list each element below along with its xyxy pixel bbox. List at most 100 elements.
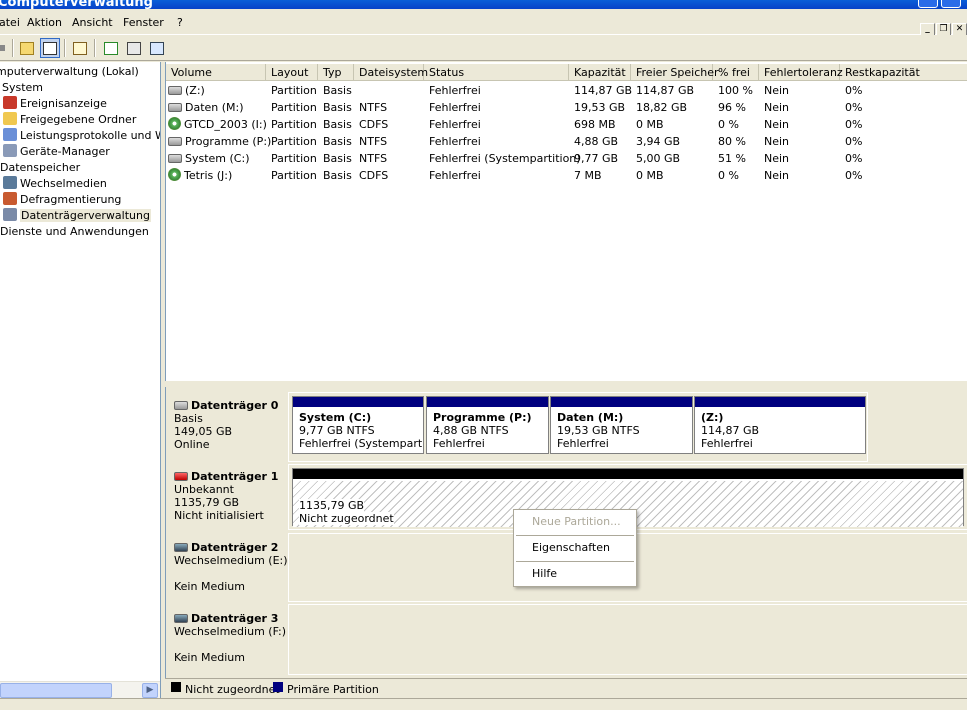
tree-item-services[interactable]: Dienste und Anwendungen: [0, 224, 149, 240]
legend-label: Primäre Partition: [287, 683, 379, 696]
window-title: Computerverwaltung: [0, 0, 153, 9]
tree-item-system[interactable]: System: [2, 80, 43, 96]
partition-status: Fehlerfrei: [557, 437, 609, 450]
cell-text: NTFS: [359, 152, 388, 165]
table-row[interactable]: Daten (M:) Partition Basis NTFS Fehlerfrei 19…: [166, 99, 967, 116]
cell-text: NTFS: [359, 101, 388, 114]
cell-text: Fehlerfrei: [429, 135, 481, 148]
maximize-button[interactable]: [941, 0, 961, 8]
disk-icon: [174, 401, 188, 410]
cell-text: 0%: [845, 152, 863, 165]
cell-text: Basis: [323, 101, 352, 114]
cell-text: CDFS: [359, 118, 389, 131]
partition-system-c[interactable]: System (C:) 9,77 GB NTFS Fehlerfrei (Syste…: [292, 396, 424, 454]
menu-item-help[interactable]: Hilfe: [532, 567, 557, 580]
console-tree: mputerverwaltung (Lokal) System Ereignis…: [0, 62, 161, 698]
disk-3-area[interactable]: [288, 604, 967, 675]
cell-text: 0%: [845, 84, 863, 97]
column-header-capacity[interactable]: Kapazität: [569, 64, 631, 81]
tree-item-storage[interactable]: Datenspeicher: [0, 160, 80, 176]
tree-item-event-viewer[interactable]: Ereignisanzeige: [3, 96, 107, 112]
table-row[interactable]: Tetris (J:) Partition Basis CDFS Fehlerfrei 7…: [166, 167, 967, 184]
partition-daten-m[interactable]: Daten (M:) 19,53 GB NTFS Fehlerfrei: [550, 396, 693, 454]
hard-disk-icon: [168, 154, 182, 163]
cell-text: 80 %: [718, 135, 746, 148]
tree-item-root[interactable]: mputerverwaltung (Lokal): [0, 64, 139, 80]
table-cell: 19,53 GB: [574, 100, 625, 115]
table-cell: Nein: [764, 100, 789, 115]
scroll-right-icon[interactable]: ▶: [142, 683, 158, 698]
table-row[interactable]: Programme (P:) Partition Basis NTFS Fehlerfr…: [166, 133, 967, 150]
export-list-button[interactable]: [124, 38, 144, 58]
cell-text: 5,00 GB: [636, 152, 681, 165]
table-row[interactable]: GTCD_2003 (I:) Partition Basis CDFS Fehlerfr…: [166, 116, 967, 133]
shared-folder-icon: [3, 112, 17, 125]
tree-item-shared-folders[interactable]: Freigegebene Ordner: [3, 112, 136, 128]
disk-state: Online: [174, 438, 210, 451]
tree-horizontal-scrollbar[interactable]: ▶: [0, 681, 160, 698]
menu-aktion[interactable]: Aktion: [27, 16, 62, 29]
refresh-icon: [104, 41, 118, 55]
up-level-button[interactable]: [17, 38, 37, 58]
partition-z[interactable]: (Z:) 114,87 GB Fehlerfrei: [694, 396, 866, 454]
table-cell: 9,77 GB: [574, 151, 618, 166]
menu-item-new-partition[interactable]: Neue Partition...: [532, 515, 621, 528]
legend-primary: Primäre Partition: [273, 681, 379, 696]
table-row[interactable]: System (C:) Partition Basis NTFS Fehlerfrei …: [166, 150, 967, 167]
disk-2-label[interactable]: Datenträger 2 Wechselmedium (E:) Kein Me…: [169, 537, 289, 604]
partition-status: Fehlerfrei: [701, 437, 753, 450]
tree-item-defrag[interactable]: Defragmentierung: [3, 192, 121, 208]
menu-fenster[interactable]: Fenster: [123, 16, 164, 29]
column-header-volume[interactable]: Volume: [166, 64, 266, 81]
forward-button[interactable]: [0, 38, 12, 58]
table-row[interactable]: (Z:) Partition Basis Fehlerfrei 114,87 GB 114…: [166, 82, 967, 99]
table-cell: Partition: [271, 134, 317, 149]
tree-item-device-manager[interactable]: Geräte-Manager: [3, 144, 110, 160]
tree-item-removable-storage[interactable]: Wechselmedien: [3, 176, 107, 192]
column-header-fault-tolerance[interactable]: Fehlertoleranz: [759, 64, 843, 81]
help-topics-button[interactable]: [147, 38, 167, 58]
menu-help[interactable]: ?: [177, 16, 183, 29]
cell-text: 114,87 GB: [636, 84, 695, 97]
cell-text: Fehlerfrei: [429, 101, 481, 114]
table-cell: 698 MB: [574, 117, 616, 132]
show-hide-tree-button[interactable]: [40, 38, 60, 58]
table-cell: Programme (P:): [168, 134, 271, 149]
column-header-status[interactable]: Status: [424, 64, 569, 81]
menu-datei[interactable]: atei: [0, 16, 20, 29]
tree-item-label: Wechselmedien: [20, 177, 107, 190]
column-header-free-space[interactable]: Freier Speicher: [631, 64, 719, 81]
cell-text: Nein: [764, 118, 790, 131]
column-header-percent-free[interactable]: % frei: [713, 64, 759, 81]
minimize-button[interactable]: [918, 0, 938, 8]
toolbar-separator: [94, 39, 96, 57]
disk-name: Datenträger 3: [191, 612, 279, 625]
tree-item-disk-management[interactable]: Datenträgerverwaltung: [3, 208, 151, 224]
export-list-icon: [127, 41, 141, 55]
column-header-overhead[interactable]: Restkapazität: [840, 64, 967, 81]
menu-bar: atei Aktion Ansicht Fenster ? _ ❐ ✕: [0, 9, 967, 37]
tree-item-performance-logs[interactable]: Leistungsprotokolle und Warn: [3, 128, 160, 144]
table-cell: Basis: [323, 151, 352, 166]
scrollbar-thumb[interactable]: [0, 683, 112, 698]
properties-button[interactable]: [70, 38, 90, 58]
cell-text: Partition: [271, 84, 317, 97]
disk-3-label[interactable]: Datenträger 3 Wechselmedium (F:) Kein Me…: [169, 608, 289, 675]
cell-text: 0%: [845, 118, 863, 131]
table-cell: Partition: [271, 151, 317, 166]
volume-list: Volume Layout Typ Dateisystem Status Kap…: [165, 62, 967, 381]
refresh-button[interactable]: [101, 38, 121, 58]
device-manager-icon: [3, 144, 17, 157]
folder-up-icon: [20, 41, 34, 55]
table-cell: GTCD_2003 (I:): [168, 117, 267, 132]
column-header-filesystem[interactable]: Dateisystem: [354, 64, 428, 81]
menu-item-properties[interactable]: Eigenschaften: [532, 541, 610, 554]
table-cell: Fehlerfrei (Systempartition): [429, 151, 581, 166]
menu-ansicht[interactable]: Ansicht: [72, 16, 113, 29]
column-header-type[interactable]: Typ: [318, 64, 354, 81]
disk-0-label[interactable]: Datenträger 0 Basis 149,05 GB Online: [169, 395, 289, 462]
partition-programme-p[interactable]: Programme (P:) 4,88 GB NTFS Fehlerfrei: [426, 396, 549, 454]
disk-1-label[interactable]: Datenträger 1 Unbekannt 1135,79 GB Nicht…: [169, 466, 289, 533]
cell-text: Nein: [764, 135, 790, 148]
column-header-layout[interactable]: Layout: [266, 64, 318, 81]
